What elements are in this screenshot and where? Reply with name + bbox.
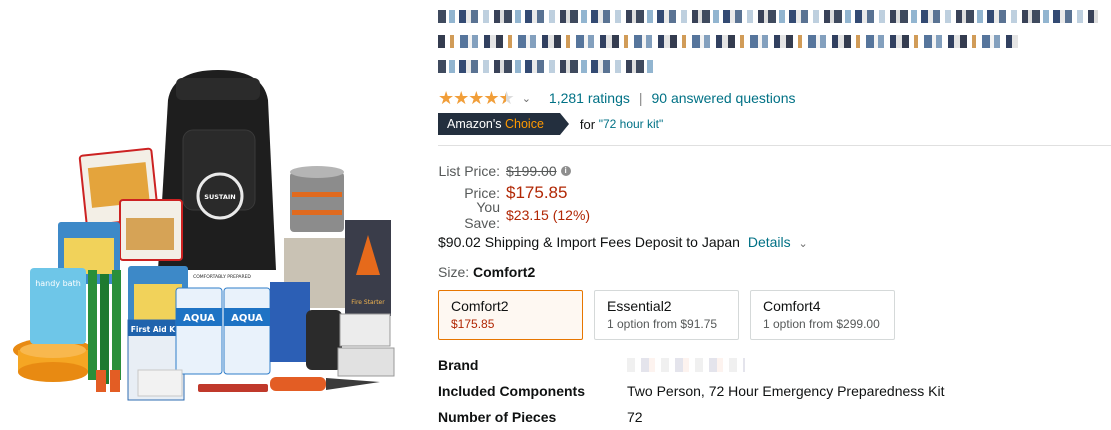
variation-option-comfort2[interactable]: Comfort2 $175.85 (438, 290, 583, 340)
size-row: Size: Comfort2 (438, 264, 535, 280)
answered-questions-link[interactable]: 90 answered questions (652, 90, 796, 106)
rating-separator: | (638, 90, 643, 106)
badge-prefix: Amazon's (447, 117, 502, 131)
size-label: Size: (438, 264, 470, 280)
shipping-row: $90.02 Shipping & Import Fees Deposit to… (438, 233, 826, 251)
info-icon[interactable]: i (560, 166, 571, 176)
spec-row: Included Components Two Person, 72 Hour … (438, 378, 945, 404)
variation-name: Comfort2 (451, 298, 509, 314)
badge-keyword-link[interactable]: "72 hour kit" (599, 117, 664, 131)
chevron-down-icon[interactable]: ⌄ (522, 92, 531, 105)
handy-bath-text: handy bath (35, 279, 81, 288)
water-text-2: AQUA (231, 313, 263, 324)
variation-price: $175.85 (451, 317, 495, 331)
badge-choice: Choice (504, 117, 544, 131)
product-details: ★★★★★ ⌄ 1,281 ratings | 90 answered ques… (438, 0, 1111, 428)
variation-name: Essential2 (607, 298, 672, 314)
variation-option-essential2[interactable]: Essential2 1 option from $91.75 (594, 290, 739, 340)
spec-value: Two Person, 72 Hour Emergency Preparedne… (627, 383, 945, 399)
price-block: List Price: $199.00 i Price: $175.85 You… (438, 160, 591, 231)
spec-value: 72 (627, 409, 643, 425)
savings-value: $23.15 (12%) (506, 207, 591, 223)
savings-row: You Save: $23.15 (12%) (438, 199, 591, 231)
backpack-logo-text: SUSTAIN (204, 193, 235, 201)
badge-for-text: for (579, 116, 596, 132)
backpack-tag-text: COMFORTABLY PREPARED (193, 274, 251, 280)
fire-starter-text: Fire Starter (351, 299, 385, 306)
shipping-text: $90.02 Shipping & Import Fees Deposit to… (438, 234, 740, 250)
spec-row: Brand (438, 352, 945, 378)
amazon-choice-badge: Amazon's Choice (438, 113, 569, 135)
shipping-details-link[interactable]: Details (748, 234, 791, 250)
variation-name: Comfort4 (763, 298, 821, 314)
product-specs: Brand Included Components Two Person, 72… (438, 352, 945, 430)
size-selected-value: Comfort2 (473, 264, 536, 280)
title-line (438, 10, 1098, 23)
spec-key: Number of Pieces (438, 409, 557, 425)
divider (438, 145, 1111, 146)
price-value: $175.85 (506, 183, 568, 202)
product-image[interactable]: SUSTAIN COMFORTABLY PREPARED handy bath … (8, 60, 408, 420)
variation-sub: 1 option from $299.00 (763, 317, 880, 331)
spec-key: Included Components (438, 383, 585, 399)
product-title-redacted (438, 10, 1098, 85)
title-line (438, 60, 653, 73)
product-page: SUSTAIN COMFORTABLY PREPARED handy bath … (0, 0, 1111, 428)
list-price-row: List Price: $199.00 i (438, 160, 590, 182)
amazon-choice-row: Amazon's Choice for "72 hour kit" (438, 113, 663, 135)
list-price-value: $199.00 (506, 163, 557, 179)
spec-row: Number of Pieces 72 (438, 404, 945, 430)
chevron-down-icon[interactable]: ⌄ (799, 238, 808, 250)
title-line (438, 35, 1018, 48)
savings-label: You Save: (464, 199, 500, 231)
first-aid-text: First Aid Kit (131, 325, 182, 334)
list-price-label: List Price: (438, 163, 500, 179)
ratings-count-link[interactable]: 1,281 ratings (549, 90, 630, 106)
rating-row: ★★★★★ ⌄ 1,281 ratings | 90 answered ques… (438, 88, 796, 108)
water-text-1: AQUA (183, 313, 215, 324)
variation-option-comfort4[interactable]: Comfort4 1 option from $299.00 (750, 290, 895, 340)
spec-key: Brand (438, 357, 479, 373)
size-variations: Comfort2 $175.85 Essential2 1 option fro… (438, 290, 906, 340)
star-rating-icon[interactable]: ★★★★★ (438, 89, 515, 107)
variation-sub: 1 option from $91.75 (607, 317, 718, 331)
brand-value-redacted (627, 358, 745, 372)
